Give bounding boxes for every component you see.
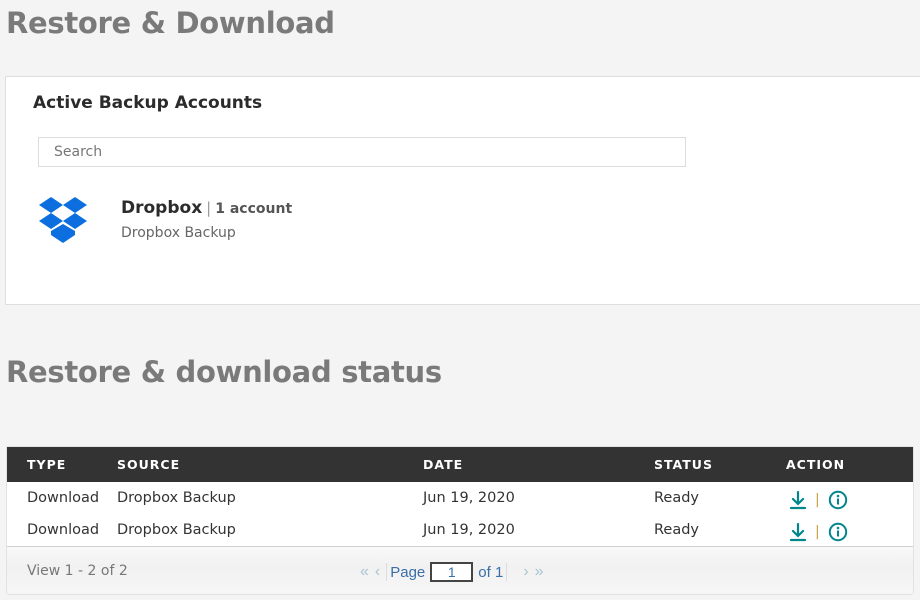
pager-divider [386, 563, 388, 581]
status-table: TYPE SOURCE DATE STATUS ACTION Download … [6, 446, 914, 595]
account-item-dropbox[interactable]: Dropbox | 1 account Dropbox Backup [36, 195, 436, 245]
page-title: Restore & Download [6, 6, 335, 40]
action-separator: | [815, 524, 820, 540]
pager-divider [506, 563, 508, 581]
cell-type: Download [27, 490, 100, 506]
action-separator: | [815, 492, 820, 508]
dropbox-icon [39, 197, 87, 243]
table-row: Download Dropbox Backup Jun 19, 2020 Rea… [7, 515, 913, 547]
account-subtitle: Dropbox Backup [121, 225, 236, 241]
next-page-icon[interactable]: › [520, 563, 531, 581]
page-total: of 1 [478, 563, 504, 581]
pagination: « ‹ Page of 1 › » [357, 562, 547, 582]
column-header-source: SOURCE [117, 457, 181, 472]
column-header-action: ACTION [786, 457, 846, 472]
download-icon[interactable] [789, 522, 807, 542]
account-separator: | [206, 199, 212, 217]
column-header-date: DATE [423, 457, 464, 472]
cell-action: | [789, 522, 848, 542]
account-name-line: Dropbox | 1 account [121, 198, 292, 218]
section-title: Restore & download status [6, 355, 442, 389]
cell-status: Ready [654, 490, 700, 506]
cell-source: Dropbox Backup [117, 522, 236, 538]
page-number-input[interactable] [430, 562, 474, 582]
column-header-status: STATUS [654, 457, 713, 472]
table-row: Download Dropbox Backup Jun 19, 2020 Rea… [7, 483, 913, 515]
download-icon[interactable] [789, 490, 807, 510]
card-title: Active Backup Accounts [33, 93, 263, 113]
page-label: Page [390, 563, 426, 581]
info-icon[interactable] [828, 490, 848, 510]
table-header: TYPE SOURCE DATE STATUS ACTION [7, 447, 913, 482]
cell-action: | [789, 490, 848, 510]
cell-date: Jun 19, 2020 [423, 522, 515, 538]
account-name: Dropbox [121, 198, 203, 218]
cell-date: Jun 19, 2020 [423, 490, 515, 506]
view-count: View 1 - 2 of 2 [27, 563, 128, 579]
table-footer: View 1 - 2 of 2 « ‹ Page of 1 › » [7, 547, 913, 594]
column-header-type: TYPE [27, 457, 67, 472]
info-icon[interactable] [828, 522, 848, 542]
first-page-icon[interactable]: « [357, 563, 372, 581]
active-backup-accounts-card: Active Backup Accounts Dropbox|1 account… [5, 76, 920, 305]
account-count: 1 account [215, 201, 293, 217]
cell-source: Dropbox Backup [117, 490, 236, 506]
last-page-icon[interactable]: » [532, 563, 547, 581]
search-input[interactable] [38, 137, 686, 167]
cell-type: Download [27, 522, 100, 538]
prev-page-icon[interactable]: ‹ [372, 563, 383, 581]
cell-status: Ready [654, 522, 700, 538]
